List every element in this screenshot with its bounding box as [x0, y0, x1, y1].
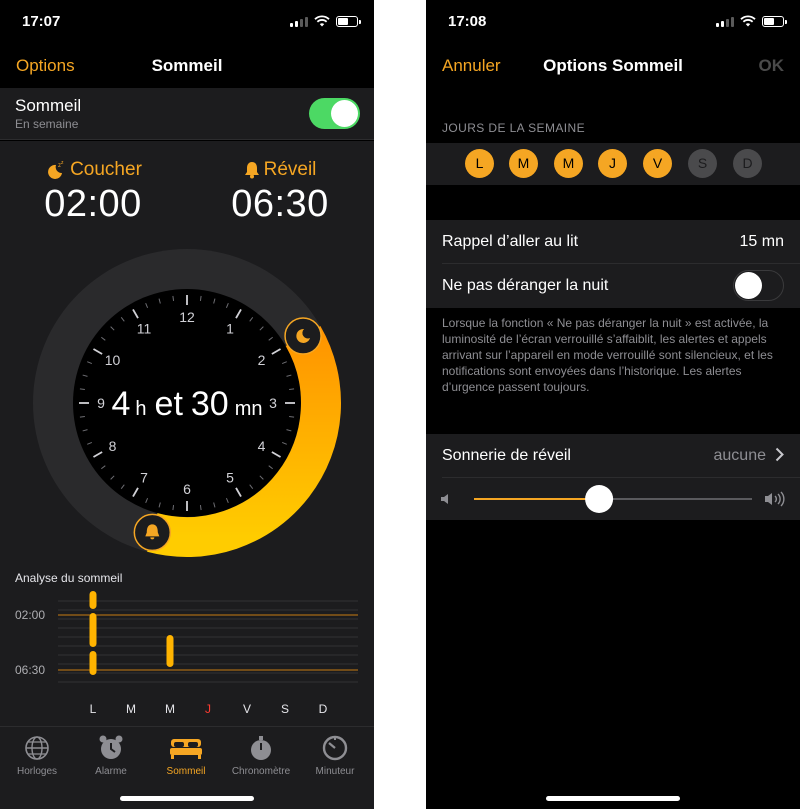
- volume-slider[interactable]: [474, 478, 756, 520]
- stopwatch-icon: [251, 736, 271, 760]
- chart-day-label: D: [319, 702, 328, 716]
- battery-icon: [336, 15, 361, 27]
- clock-number: 5: [226, 469, 234, 485]
- chevron-right-icon: [775, 447, 784, 462]
- status-time: 17:07: [22, 13, 61, 30]
- alarm-clock-icon: [99, 735, 123, 759]
- clock-number: 12: [179, 309, 195, 325]
- clock-number: 7: [140, 469, 148, 485]
- speaker-high-icon: [765, 491, 785, 507]
- battery-icon: [762, 15, 787, 27]
- clock-number: 1: [226, 321, 234, 337]
- ok-button[interactable]: OK: [759, 56, 785, 76]
- clock-number: 4: [258, 438, 266, 454]
- page-title: Sommeil: [151, 56, 223, 75]
- tab-chronometre[interactable]: Chronomètre: [224, 733, 298, 777]
- wake-handle[interactable]: [133, 513, 172, 552]
- weekday-selector: L M M J V S D: [426, 143, 800, 185]
- wifi-icon: [740, 15, 756, 27]
- nav-bar: Options Sommeil: [0, 44, 374, 88]
- chart-day-label: S: [281, 702, 289, 716]
- sleep-bar: [89, 651, 97, 675]
- globe-icon: [25, 736, 49, 760]
- status-time: 17:08: [448, 13, 487, 30]
- clock-number: 2: [258, 352, 266, 368]
- reminder-label: Rappel d’aller au lit: [442, 233, 579, 250]
- speaker-low-icon: [441, 494, 448, 504]
- sleep-dial[interactable]: 121234567891011 4 h et 30 mn: [0, 141, 374, 561]
- tab-sommeil[interactable]: Sommeil: [149, 733, 223, 777]
- day-toggle-mardi[interactable]: M: [509, 149, 538, 178]
- day-toggle-vendredi[interactable]: V: [643, 149, 672, 178]
- reminder-row[interactable]: Rappel d’aller au lit 15 mn: [426, 220, 800, 264]
- reminder-value: 15 mn: [739, 233, 784, 250]
- sleep-row-title: Sommeil: [15, 96, 82, 115]
- chart-day-label: M: [165, 702, 175, 716]
- bed-icon: [170, 739, 202, 759]
- day-toggle-samedi[interactable]: S: [688, 149, 717, 178]
- ringtone-row[interactable]: Sonnerie de réveil aucune: [426, 434, 800, 478]
- dnd-switch[interactable]: [733, 270, 784, 301]
- sleep-switch[interactable]: [309, 98, 360, 129]
- tab-minuteur[interactable]: Minuteur: [298, 733, 372, 777]
- chart-day-label: V: [243, 702, 251, 716]
- page-title: Options Sommeil: [543, 56, 683, 75]
- sleep-toggle-row: Sommeil En semaine: [0, 88, 374, 140]
- sleep-row-subtitle: En semaine: [15, 117, 79, 131]
- clock-number: 10: [105, 352, 121, 368]
- sleep-options-screen: 17:08 Annuler Options Sommeil OK JOURS D…: [426, 0, 800, 809]
- day-toggle-lundi[interactable]: L: [465, 149, 494, 178]
- status-icons: [290, 15, 361, 27]
- slider-thumb[interactable]: [585, 485, 614, 513]
- tab-bar: Horloges Alarme Sommeil Chronomètre Minu…: [0, 726, 374, 809]
- y-label-wake: 06:30: [15, 663, 45, 677]
- tab-horloges[interactable]: Horloges: [0, 733, 74, 777]
- clock-number: 3: [269, 395, 277, 411]
- chart-day-label: L: [90, 702, 97, 716]
- cellular-signal-icon: [290, 16, 308, 27]
- cellular-signal-icon: [716, 16, 734, 27]
- sleep-bar: [166, 635, 174, 667]
- nav-bar: Annuler Options Sommeil OK: [426, 44, 800, 88]
- day-toggle-jeudi[interactable]: J: [598, 149, 627, 178]
- dnd-label: Ne pas déranger la nuit: [442, 277, 609, 294]
- status-bar: 17:08: [426, 0, 800, 44]
- sleep-bar: [89, 613, 97, 647]
- sleep-analysis-chart: 02:00 06:30 L M M J V S D: [15, 591, 358, 716]
- dnd-footnote: Lorsque la fonction « Ne pas déranger la…: [442, 316, 773, 394]
- home-indicator[interactable]: [546, 796, 680, 801]
- clock-number: 6: [183, 481, 191, 497]
- clock-number: 9: [97, 395, 105, 411]
- wifi-icon: [314, 15, 330, 27]
- dnd-row: Ne pas déranger la nuit: [426, 264, 800, 308]
- day-toggle-mercredi[interactable]: M: [554, 149, 583, 178]
- ringtone-label: Sonnerie de réveil: [442, 447, 571, 464]
- chart-day-label: M: [126, 702, 136, 716]
- clock-number: 8: [109, 438, 117, 454]
- chart-day-label: J: [205, 702, 211, 716]
- bedtime-handle[interactable]: [284, 317, 322, 355]
- home-indicator[interactable]: [120, 796, 254, 801]
- day-toggle-dimanche[interactable]: D: [733, 149, 762, 178]
- status-icons: [716, 15, 787, 27]
- sleep-bar: [89, 591, 97, 609]
- timer-icon: [322, 735, 348, 761]
- sleep-schedule-panel: zz Coucher 02:00 Réveil 06:30 12 1 2 3 4 5 6 7 8: [0, 141, 374, 726]
- status-bar: 17:07: [0, 0, 374, 44]
- days-section-header: JOURS DE LA SEMAINE: [442, 121, 585, 135]
- tab-alarme[interactable]: Alarme: [74, 733, 148, 777]
- sleep-screen: 17:07 Options Sommeil Sommeil En semaine…: [0, 0, 374, 809]
- clock-number: 11: [137, 321, 152, 337]
- volume-row: [426, 478, 800, 520]
- ringtone-value: aucune: [713, 447, 767, 464]
- y-label-bedtime: 02:00: [15, 608, 45, 622]
- analysis-title: Analyse du sommeil: [15, 571, 123, 585]
